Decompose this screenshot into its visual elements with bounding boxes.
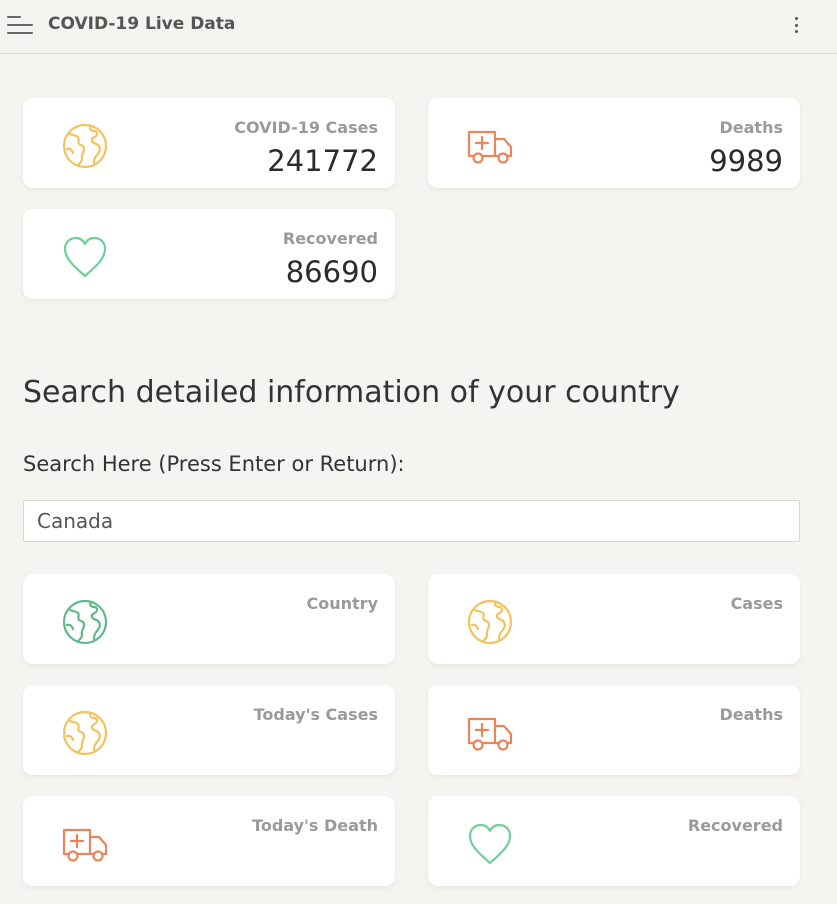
country-deaths-card: Deaths bbox=[428, 685, 800, 775]
heart-icon bbox=[466, 820, 514, 868]
country-cases-label: Cases bbox=[730, 594, 783, 613]
ambulance-icon bbox=[466, 709, 514, 757]
country-cases-card: Cases bbox=[428, 574, 800, 664]
top-app-bar: COVID-19 Live Data bbox=[0, 0, 837, 54]
globe-icon bbox=[61, 598, 109, 646]
global-recovered-value: 86690 bbox=[285, 255, 378, 289]
country-label: Country bbox=[306, 594, 378, 613]
today-deaths-label: Today's Death bbox=[252, 816, 378, 835]
today-deaths-card: Today's Death bbox=[23, 796, 395, 886]
global-cases-card: COVID-19 Cases 241772 bbox=[23, 98, 395, 188]
today-cases-card: Today's Cases bbox=[23, 685, 395, 775]
country-search-input[interactable] bbox=[23, 500, 800, 542]
country-deaths-label: Deaths bbox=[719, 705, 784, 724]
global-recovered-card: Recovered 86690 bbox=[23, 209, 395, 299]
ambulance-icon bbox=[61, 820, 109, 868]
app-title: COVID-19 Live Data bbox=[48, 14, 236, 34]
globe-icon bbox=[466, 598, 514, 646]
ambulance-icon bbox=[466, 122, 514, 170]
search-label: Search Here (Press Enter or Return): bbox=[23, 452, 405, 476]
search-heading: Search detailed information of your coun… bbox=[23, 375, 680, 410]
global-deaths-label: Deaths bbox=[719, 118, 784, 137]
global-cases-label: COVID-19 Cases bbox=[234, 118, 378, 137]
global-cases-value: 241772 bbox=[267, 144, 378, 178]
globe-icon bbox=[61, 122, 109, 170]
country-recovered-card: Recovered bbox=[428, 796, 800, 886]
globe-icon bbox=[61, 709, 109, 757]
global-deaths-value: 9989 bbox=[709, 144, 783, 178]
today-cases-label: Today's Cases bbox=[253, 705, 378, 724]
hamburger-menu-icon[interactable] bbox=[7, 14, 33, 36]
global-deaths-card: Deaths 9989 bbox=[428, 98, 800, 188]
country-recovered-label: Recovered bbox=[687, 816, 783, 835]
country-card: Country bbox=[23, 574, 395, 664]
heart-icon bbox=[61, 233, 109, 281]
more-options-icon[interactable] bbox=[789, 14, 803, 36]
global-recovered-label: Recovered bbox=[282, 229, 378, 248]
